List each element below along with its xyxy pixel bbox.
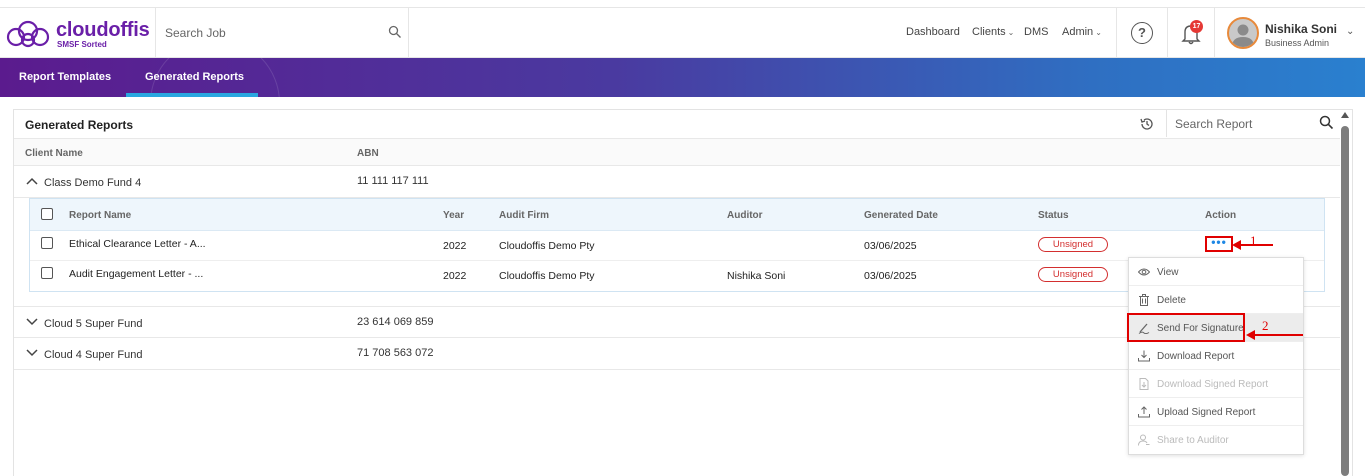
brand-name: cloudoffis <box>56 19 150 41</box>
menu-item-label: Upload Signed Report <box>1157 407 1256 418</box>
annotation-arrow-icon <box>1232 240 1273 250</box>
brand-tagline: SMSF Sorted <box>57 40 107 49</box>
chevron-down-icon: ⌄ <box>1007 28 1015 37</box>
chevron-up-icon[interactable] <box>26 177 38 185</box>
chevron-down-icon: ⌄ <box>1095 28 1102 37</box>
select-all-checkbox[interactable] <box>41 208 53 220</box>
search-report-input[interactable] <box>1175 116 1315 131</box>
annotation-arrow-icon <box>1246 330 1303 340</box>
search-report-box <box>1166 110 1341 137</box>
tab-generated-reports[interactable]: Generated Reports <box>145 71 244 83</box>
nav-clients-label: Clients <box>972 26 1006 38</box>
report-name[interactable]: Ethical Clearance Letter - A... <box>69 238 206 250</box>
top-header: cloudoffis SMSF Sorted Dashboard Clients… <box>0 7 1365 58</box>
nav-dashboard[interactable]: Dashboard <box>906 26 960 38</box>
report-audit-firm: Cloudoffis Demo Pty <box>499 240 595 252</box>
report-audit-firm: Cloudoffis Demo Pty <box>499 270 595 282</box>
nav-admin[interactable]: Admin ⌄ <box>1062 26 1102 38</box>
menu-item-label: Download Signed Report <box>1157 379 1269 390</box>
chevron-down-icon[interactable] <box>26 349 38 357</box>
report-generated-date: 03/06/2025 <box>864 240 917 252</box>
column-generated-date[interactable]: Generated Date <box>864 210 938 221</box>
column-audit-firm[interactable]: Audit Firm <box>499 210 549 221</box>
history-icon[interactable] <box>1139 116 1155 132</box>
status-badge: Unsigned <box>1038 237 1108 252</box>
cloudoffis-logo[interactable]: cloudoffis SMSF Sorted <box>6 18 154 50</box>
column-status[interactable]: Status <box>1038 210 1069 221</box>
menu-item-download-signed-report[interactable]: Download Signed Report <box>1129 370 1303 398</box>
vertical-scrollbar[interactable] <box>1339 110 1352 476</box>
panel-title: Generated Reports <box>25 118 134 132</box>
menu-item-view[interactable]: View <box>1129 258 1303 286</box>
report-generated-date: 03/06/2025 <box>864 270 917 282</box>
search-job-box <box>155 8 409 58</box>
divider <box>1167 8 1168 58</box>
search-icon[interactable] <box>1319 115 1334 130</box>
client-abn: 71 708 563 072 <box>357 347 434 359</box>
client-group-row[interactable]: Class Demo Fund 4 11 111 117 111 <box>14 166 1340 198</box>
report-name[interactable]: Audit Engagement Letter - ... <box>69 268 203 280</box>
logo-cloud-icon <box>6 20 50 48</box>
user-silhouette-icon <box>1232 24 1254 47</box>
chevron-down-icon[interactable]: ⌄ <box>1346 26 1354 37</box>
upload-icon <box>1138 406 1150 418</box>
help-icon[interactable]: ? <box>1131 22 1153 44</box>
column-year[interactable]: Year <box>443 210 464 221</box>
scroll-up-arrow-icon[interactable] <box>1341 112 1349 118</box>
eye-icon <box>1138 268 1150 276</box>
status-badge: Unsigned <box>1038 267 1108 282</box>
menu-item-delete[interactable]: Delete <box>1129 286 1303 314</box>
nav-clients[interactable]: Clients ⌄ <box>972 26 1014 38</box>
row-checkbox[interactable] <box>41 237 53 249</box>
column-auditor[interactable]: Auditor <box>727 210 763 221</box>
report-year: 2022 <box>443 270 467 282</box>
client-abn: 11 111 117 111 <box>357 175 429 187</box>
tab-bar: Report Templates Generated Reports <box>0 58 1365 97</box>
nav-admin-label: Admin <box>1062 26 1094 38</box>
report-auditor: Nishika Soni <box>727 270 786 282</box>
chevron-down-icon[interactable] <box>26 318 38 326</box>
column-action: Action <box>1205 210 1237 221</box>
menu-item-label: Delete <box>1157 295 1186 306</box>
report-year: 2022 <box>443 240 467 252</box>
column-abn[interactable]: ABN <box>357 148 379 159</box>
notification-badge: 17 <box>1190 20 1203 33</box>
share-user-icon <box>1138 434 1150 446</box>
more-actions-button[interactable]: ••• <box>1205 236 1233 252</box>
row-checkbox[interactable] <box>41 267 53 279</box>
search-icon[interactable] <box>388 25 402 39</box>
scroll-thumb[interactable] <box>1341 126 1349 476</box>
nav-dms[interactable]: DMS <box>1024 26 1048 38</box>
column-client-name[interactable]: Client Name <box>25 148 83 159</box>
document-download-icon <box>1139 378 1149 390</box>
tab-report-templates[interactable]: Report Templates <box>19 71 111 83</box>
user-role: Business Admin <box>1265 38 1330 48</box>
download-icon <box>1138 350 1150 362</box>
menu-item-upload-signed-report[interactable]: Upload Signed Report <box>1129 398 1303 426</box>
divider <box>1214 8 1215 58</box>
menu-item-label: View <box>1157 267 1179 278</box>
avatar[interactable] <box>1227 17 1259 49</box>
client-name: Cloud 4 Super Fund <box>44 349 143 361</box>
column-report-name[interactable]: Report Name <box>69 210 131 221</box>
reports-table-header: Report Name Year Audit Firm Auditor Gene… <box>30 199 1324 231</box>
divider <box>1116 8 1117 58</box>
menu-item-share-to-auditor[interactable]: Share to Auditor <box>1129 426 1303 454</box>
annotation-highlight-box <box>1127 313 1245 342</box>
user-name[interactable]: Nishika Soni <box>1265 22 1337 36</box>
client-name: Cloud 5 Super Fund <box>44 318 143 330</box>
client-name: Class Demo Fund 4 <box>44 177 142 189</box>
menu-item-label: Download Report <box>1157 351 1235 362</box>
action-menu: View Delete Send For Signature Download … <box>1128 257 1304 455</box>
menu-item-download-report[interactable]: Download Report <box>1129 342 1303 370</box>
client-abn: 23 614 069 859 <box>357 316 434 328</box>
client-table-header: Client Name ABN <box>14 138 1340 166</box>
search-job-input[interactable] <box>165 24 375 42</box>
trash-icon <box>1139 294 1149 306</box>
menu-item-label: Share to Auditor <box>1157 435 1229 446</box>
active-tab-indicator <box>126 93 258 97</box>
